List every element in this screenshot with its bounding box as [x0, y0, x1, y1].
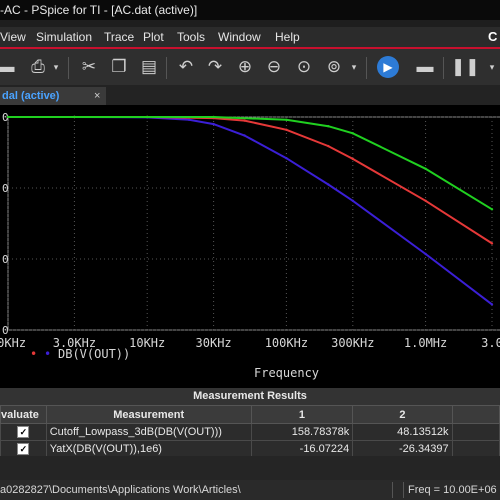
cut-icon[interactable]: ✂ [77, 55, 101, 79]
print-icon[interactable]: ⎙ [26, 55, 50, 79]
toolbar-divider [366, 57, 367, 79]
close-icon[interactable]: × [94, 87, 100, 105]
save-icon[interactable]: ▬ [0, 55, 18, 79]
menu-tools[interactable]: Tools [177, 27, 205, 47]
panel-gap [0, 456, 500, 480]
measurement-results-panel: Measurement Results valuate Measurement … [0, 388, 500, 458]
data-point [327, 125, 330, 128]
measurement-value-1: 158.78378k [250, 423, 354, 441]
copy-icon[interactable]: ❐ [107, 55, 131, 79]
data-point [424, 252, 427, 256]
menu-bar: View Simulation Trace Plot Tools Window … [0, 27, 500, 47]
pause-icon[interactable]: ❚❚ [451, 55, 480, 79]
y-tick-label: 0 [2, 253, 9, 266]
redo-icon[interactable]: ↷ [203, 55, 227, 79]
toolbar: ▬ ⎙ ▾ ✂ ❐ ▤ ↶ ↷ ⊕ ⊖ ⊙ ⊚ ▾ ▶ ▬ ❚❚ ▾ [0, 49, 500, 85]
trace-blue [8, 116, 493, 306]
data-point [351, 132, 354, 135]
measurement-value-2: 48.13512k [352, 423, 453, 441]
plot-svg: .0KHz3.0KHz10KHz30KHz100KHz300KHz1.0MHz3… [0, 111, 500, 350]
measurement-results-title: Measurement Results [193, 390, 307, 402]
menu-plot[interactable]: Plot [143, 27, 164, 47]
trace-green [8, 116, 493, 211]
data-point [187, 118, 191, 121]
undo-icon[interactable]: ↶ [174, 55, 198, 79]
col-2[interactable]: 2 [352, 405, 453, 424]
status-divider [403, 482, 404, 498]
menu-simulation[interactable]: Simulation [36, 27, 92, 47]
status-freq: Freq = 10.00E+06 [408, 484, 497, 496]
zoom-in-icon[interactable]: ⊕ [233, 55, 257, 79]
dropdown-icon[interactable]: ▾ [486, 55, 498, 79]
menu-view[interactable]: View [0, 27, 26, 47]
tab-ac-dat[interactable]: dal (active) × [0, 87, 106, 105]
data-point [490, 303, 494, 306]
zoom-out-icon[interactable]: ⊖ [262, 55, 286, 79]
paste-icon[interactable]: ▤ [137, 55, 161, 79]
col-1[interactable]: 1 [250, 405, 354, 424]
evaluate-checkbox[interactable]: ✓ [17, 426, 30, 438]
status-bar: a0282827\Documents\Applications Work\Art… [0, 480, 500, 500]
col-evaluate[interactable]: valuate [0, 405, 47, 424]
measurement-name[interactable]: YatX(DB(V(OUT)),1e6) [45, 440, 252, 458]
toolbar-divider [443, 57, 444, 79]
data-point [490, 242, 494, 245]
data-point [146, 115, 149, 119]
status-divider [392, 482, 393, 498]
measurement-table: valuate Measurement 1 2 ✓ Cutoff_Lowpass… [0, 405, 500, 458]
menu-help[interactable]: Help [275, 27, 300, 47]
data-point [351, 157, 354, 161]
toolbar-divider [166, 57, 167, 79]
data-point [212, 122, 215, 126]
table-header-row: valuate Measurement 1 2 [0, 405, 500, 424]
trace-legend: • • DB(V(OUT)) [0, 347, 500, 367]
data-point [243, 119, 246, 122]
data-point [327, 183, 330, 186]
legend-red-marker: • [30, 347, 38, 361]
table-row[interactable]: ✓ Cutoff_Lowpass_3dB(DB(V(OUT))) 158.783… [0, 423, 500, 441]
data-point [424, 167, 427, 170]
measurement-name[interactable]: Cutoff_Lowpass_3dB(DB(V(OUT))) [45, 423, 252, 441]
col-empty [451, 405, 500, 424]
x-axis-label: Frequency [254, 366, 320, 380]
zoom-fit-icon[interactable]: ⊙ [292, 55, 316, 79]
data-point [6, 115, 10, 119]
y-tick-label: 0 [2, 324, 9, 337]
status-path: a0282827\Documents\Applications Work\Art… [0, 484, 241, 496]
legend-trace-label[interactable]: DB(V(OUT)) [58, 347, 130, 361]
data-point [424, 199, 427, 202]
plot-window[interactable]: .0KHz3.0KHz10KHz30KHz100KHz300KHz1.0MHz3… [0, 105, 500, 388]
dropdown-icon[interactable]: ▾ [50, 55, 62, 79]
data-point [73, 115, 76, 119]
title-bar: -AC - PSpice for TI - [AC.dat (active)] [0, 0, 500, 20]
evaluate-checkbox[interactable]: ✓ [17, 443, 30, 455]
dropdown-icon[interactable]: ▾ [348, 55, 360, 79]
data-point [285, 118, 288, 121]
menu-trace[interactable]: Trace [104, 27, 134, 47]
run-icon[interactable]: ▶ [377, 56, 399, 78]
save-data-icon[interactable]: ▬ [413, 55, 437, 79]
col-measurement[interactable]: Measurement [45, 405, 252, 424]
measurement-value-2: -26.34397 [352, 440, 453, 458]
document-tab-bar: dal (active) × [0, 85, 500, 105]
data-point [212, 115, 215, 119]
y-tick-label: 0 [2, 182, 9, 195]
data-point [327, 144, 330, 148]
window-title: -AC - PSpice for TI - [AC.dat (active)] [0, 3, 198, 17]
data-point [285, 157, 288, 160]
menu-window[interactable]: Window [218, 27, 261, 47]
data-point [490, 208, 494, 211]
toolbar-divider [68, 57, 69, 79]
trace-red [8, 116, 493, 245]
brand-logo: C [488, 29, 498, 44]
data-point [243, 134, 246, 137]
table-row[interactable]: ✓ YatX(DB(V(OUT)),1e6) -16.07224 -26.343… [0, 440, 500, 458]
data-point [351, 199, 354, 202]
measurement-value-1: -16.07224 [250, 440, 354, 458]
legend-blue-marker: • [44, 347, 52, 361]
tab-label: dal (active) [2, 90, 60, 102]
data-point [285, 128, 288, 131]
plot-frame [7, 116, 500, 331]
zoom-area-icon[interactable]: ⊚ [322, 55, 346, 79]
